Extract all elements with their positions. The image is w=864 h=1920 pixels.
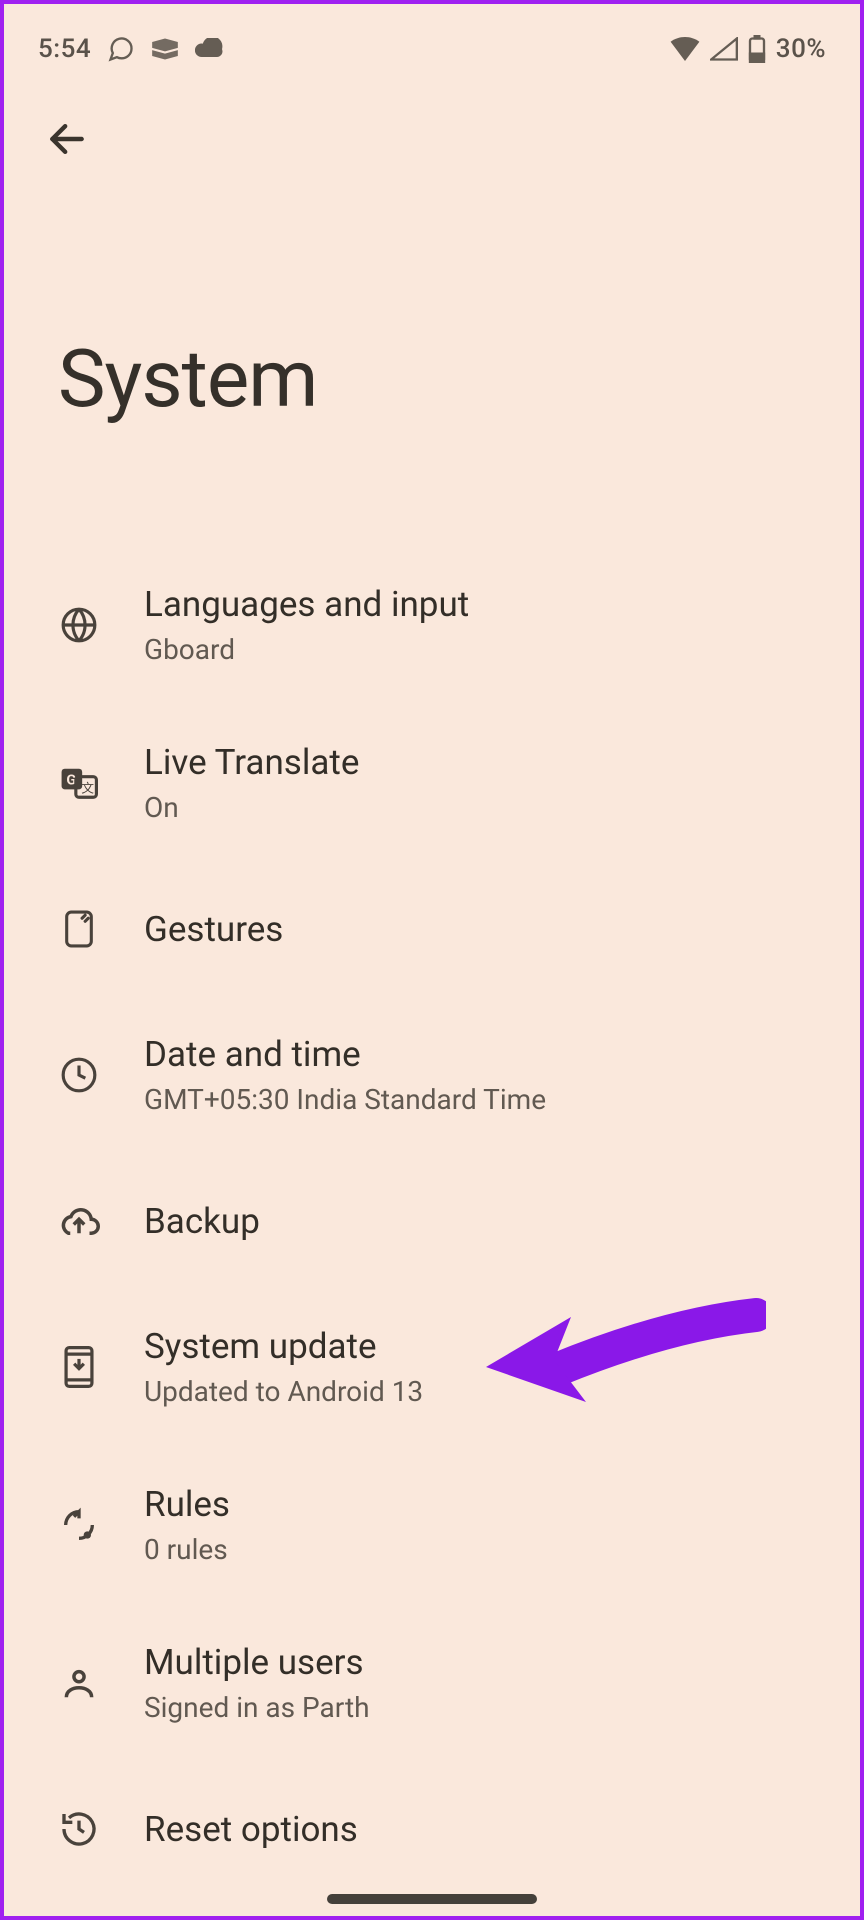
globe-icon	[58, 604, 100, 646]
status-time: 5:54	[38, 34, 91, 64]
item-title: Multiple users	[144, 1642, 370, 1683]
item-subtitle: GMT+05:30 India Standard Time	[144, 1083, 546, 1116]
translate-icon: G 文	[58, 762, 100, 804]
rules-icon	[58, 1504, 100, 1546]
arrow-left-icon	[45, 117, 89, 161]
item-title: Live Translate	[144, 742, 359, 783]
status-bar: 5:54	[4, 4, 860, 76]
item-title: System update	[144, 1326, 423, 1367]
status-right: 30%	[670, 34, 826, 64]
item-title: Date and time	[144, 1034, 546, 1075]
wifi-icon	[670, 37, 700, 61]
whatsapp-icon	[107, 35, 135, 63]
cloud-upload-icon	[58, 1200, 100, 1242]
nav-handle[interactable]	[327, 1894, 537, 1904]
cloud-icon	[195, 38, 225, 60]
clock-icon	[58, 1054, 100, 1096]
system-update-icon	[58, 1346, 100, 1388]
item-title: Rules	[144, 1484, 230, 1525]
status-left: 5:54	[38, 34, 225, 64]
settings-item-languages[interactable]: Languages and input Gboard	[4, 546, 860, 704]
back-button[interactable]	[34, 106, 100, 172]
settings-item-date-time[interactable]: Date and time GMT+05:30 India Standard T…	[4, 996, 860, 1154]
settings-item-reset-options[interactable]: Reset options	[4, 1762, 860, 1896]
item-subtitle: 0 rules	[144, 1533, 230, 1566]
settings-item-system-update[interactable]: System update Updated to Android 13	[4, 1288, 860, 1446]
settings-item-backup[interactable]: Backup	[4, 1154, 860, 1288]
item-subtitle: Signed in as Parth	[144, 1691, 370, 1724]
settings-item-multiple-users[interactable]: Multiple users Signed in as Parth	[4, 1604, 860, 1762]
tray-icon	[151, 38, 179, 60]
item-subtitle: On	[144, 791, 359, 824]
settings-item-rules[interactable]: Rules 0 rules	[4, 1446, 860, 1604]
item-title: Reset options	[144, 1809, 358, 1850]
item-title: Backup	[144, 1201, 260, 1242]
page-title: System	[4, 172, 860, 546]
settings-item-live-translate[interactable]: G 文 Live Translate On	[4, 704, 860, 862]
battery-icon	[748, 35, 766, 63]
signal-icon	[710, 37, 738, 61]
settings-list: Languages and input Gboard G 文 Live Tran…	[4, 546, 860, 1896]
status-battery-pct: 30%	[776, 34, 826, 64]
item-title: Gestures	[144, 909, 283, 950]
gesture-icon	[58, 908, 100, 950]
item-subtitle: Updated to Android 13	[144, 1375, 423, 1408]
item-title: Languages and input	[144, 584, 469, 625]
svg-text:文: 文	[81, 782, 94, 797]
item-subtitle: Gboard	[144, 633, 469, 666]
reset-icon	[58, 1808, 100, 1850]
settings-item-gestures[interactable]: Gestures	[4, 862, 860, 996]
person-icon	[58, 1662, 100, 1704]
